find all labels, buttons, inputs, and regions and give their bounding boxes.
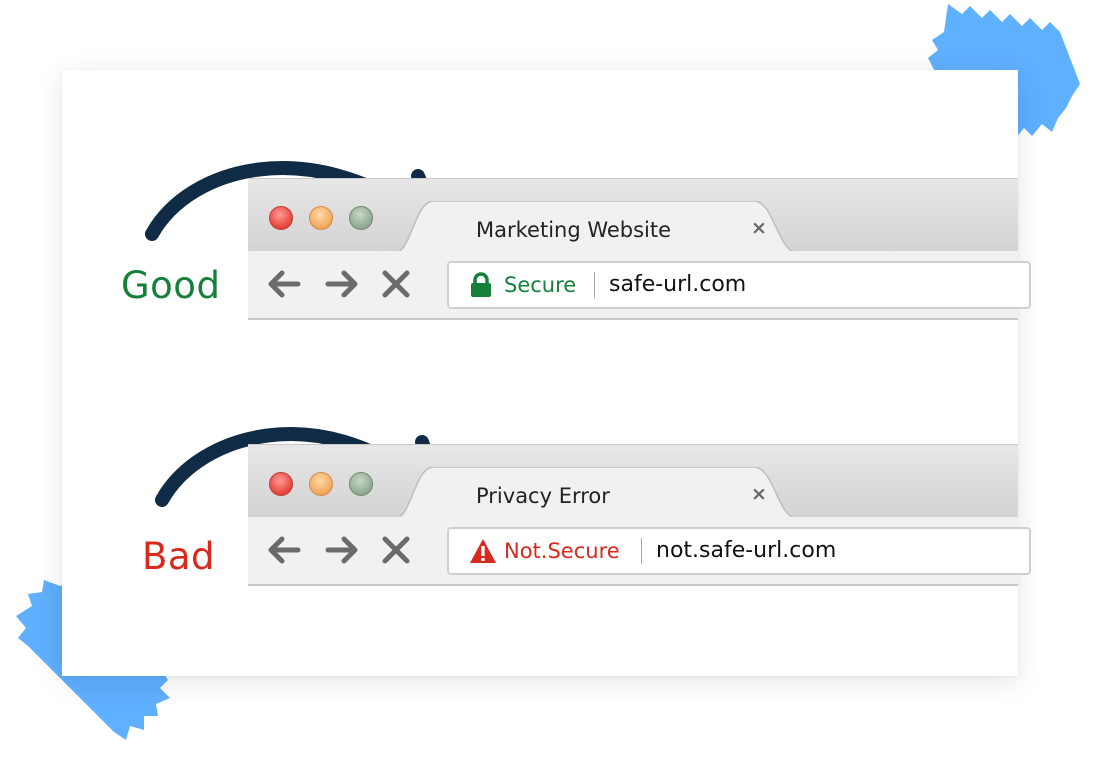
toolbar: Secure safe-url.com (248, 251, 1031, 320)
stop-icon[interactable] (381, 269, 411, 299)
window-close-dot-icon[interactable] (269, 206, 293, 230)
bad-browser-window: Privacy Error × Not.Secure not.safe-url.… (248, 444, 1031, 586)
tab-close-icon[interactable]: × (751, 483, 767, 505)
security-status: Secure (504, 273, 577, 297)
bad-label: Bad (142, 535, 216, 578)
address-bar[interactable]: Not.Secure not.safe-url.com (447, 527, 1031, 575)
divider (641, 538, 642, 564)
forward-arrow-icon[interactable] (324, 535, 360, 565)
stop-icon[interactable] (381, 535, 411, 565)
window-close-dot-icon[interactable] (269, 472, 293, 496)
window-minimize-dot-icon[interactable] (309, 206, 333, 230)
window-zoom-dot-icon[interactable] (349, 206, 373, 230)
good-label: Good (121, 264, 221, 307)
good-browser-window: Marketing Website × Secure safe-url.com (248, 178, 1031, 320)
address-bar[interactable]: Secure safe-url.com (447, 261, 1031, 309)
warning-icon (470, 539, 496, 563)
tab-close-icon[interactable]: × (751, 217, 767, 239)
back-arrow-icon[interactable] (266, 535, 302, 565)
divider (594, 272, 595, 298)
url-text: safe-url.com (609, 272, 747, 297)
window-minimize-dot-icon[interactable] (309, 472, 333, 496)
toolbar: Not.Secure not.safe-url.com (248, 517, 1031, 586)
tab-title: Privacy Error (476, 484, 610, 508)
tab-title: Marketing Website (476, 218, 672, 242)
lock-icon (471, 272, 491, 297)
window-zoom-dot-icon[interactable] (349, 472, 373, 496)
back-arrow-icon[interactable] (266, 269, 302, 299)
security-status: Not.Secure (504, 539, 620, 563)
forward-arrow-icon[interactable] (324, 269, 360, 299)
url-text: not.safe-url.com (656, 538, 837, 563)
tab-strip: Privacy Error × (248, 444, 1018, 519)
tab-strip: Marketing Website × (248, 178, 1018, 253)
